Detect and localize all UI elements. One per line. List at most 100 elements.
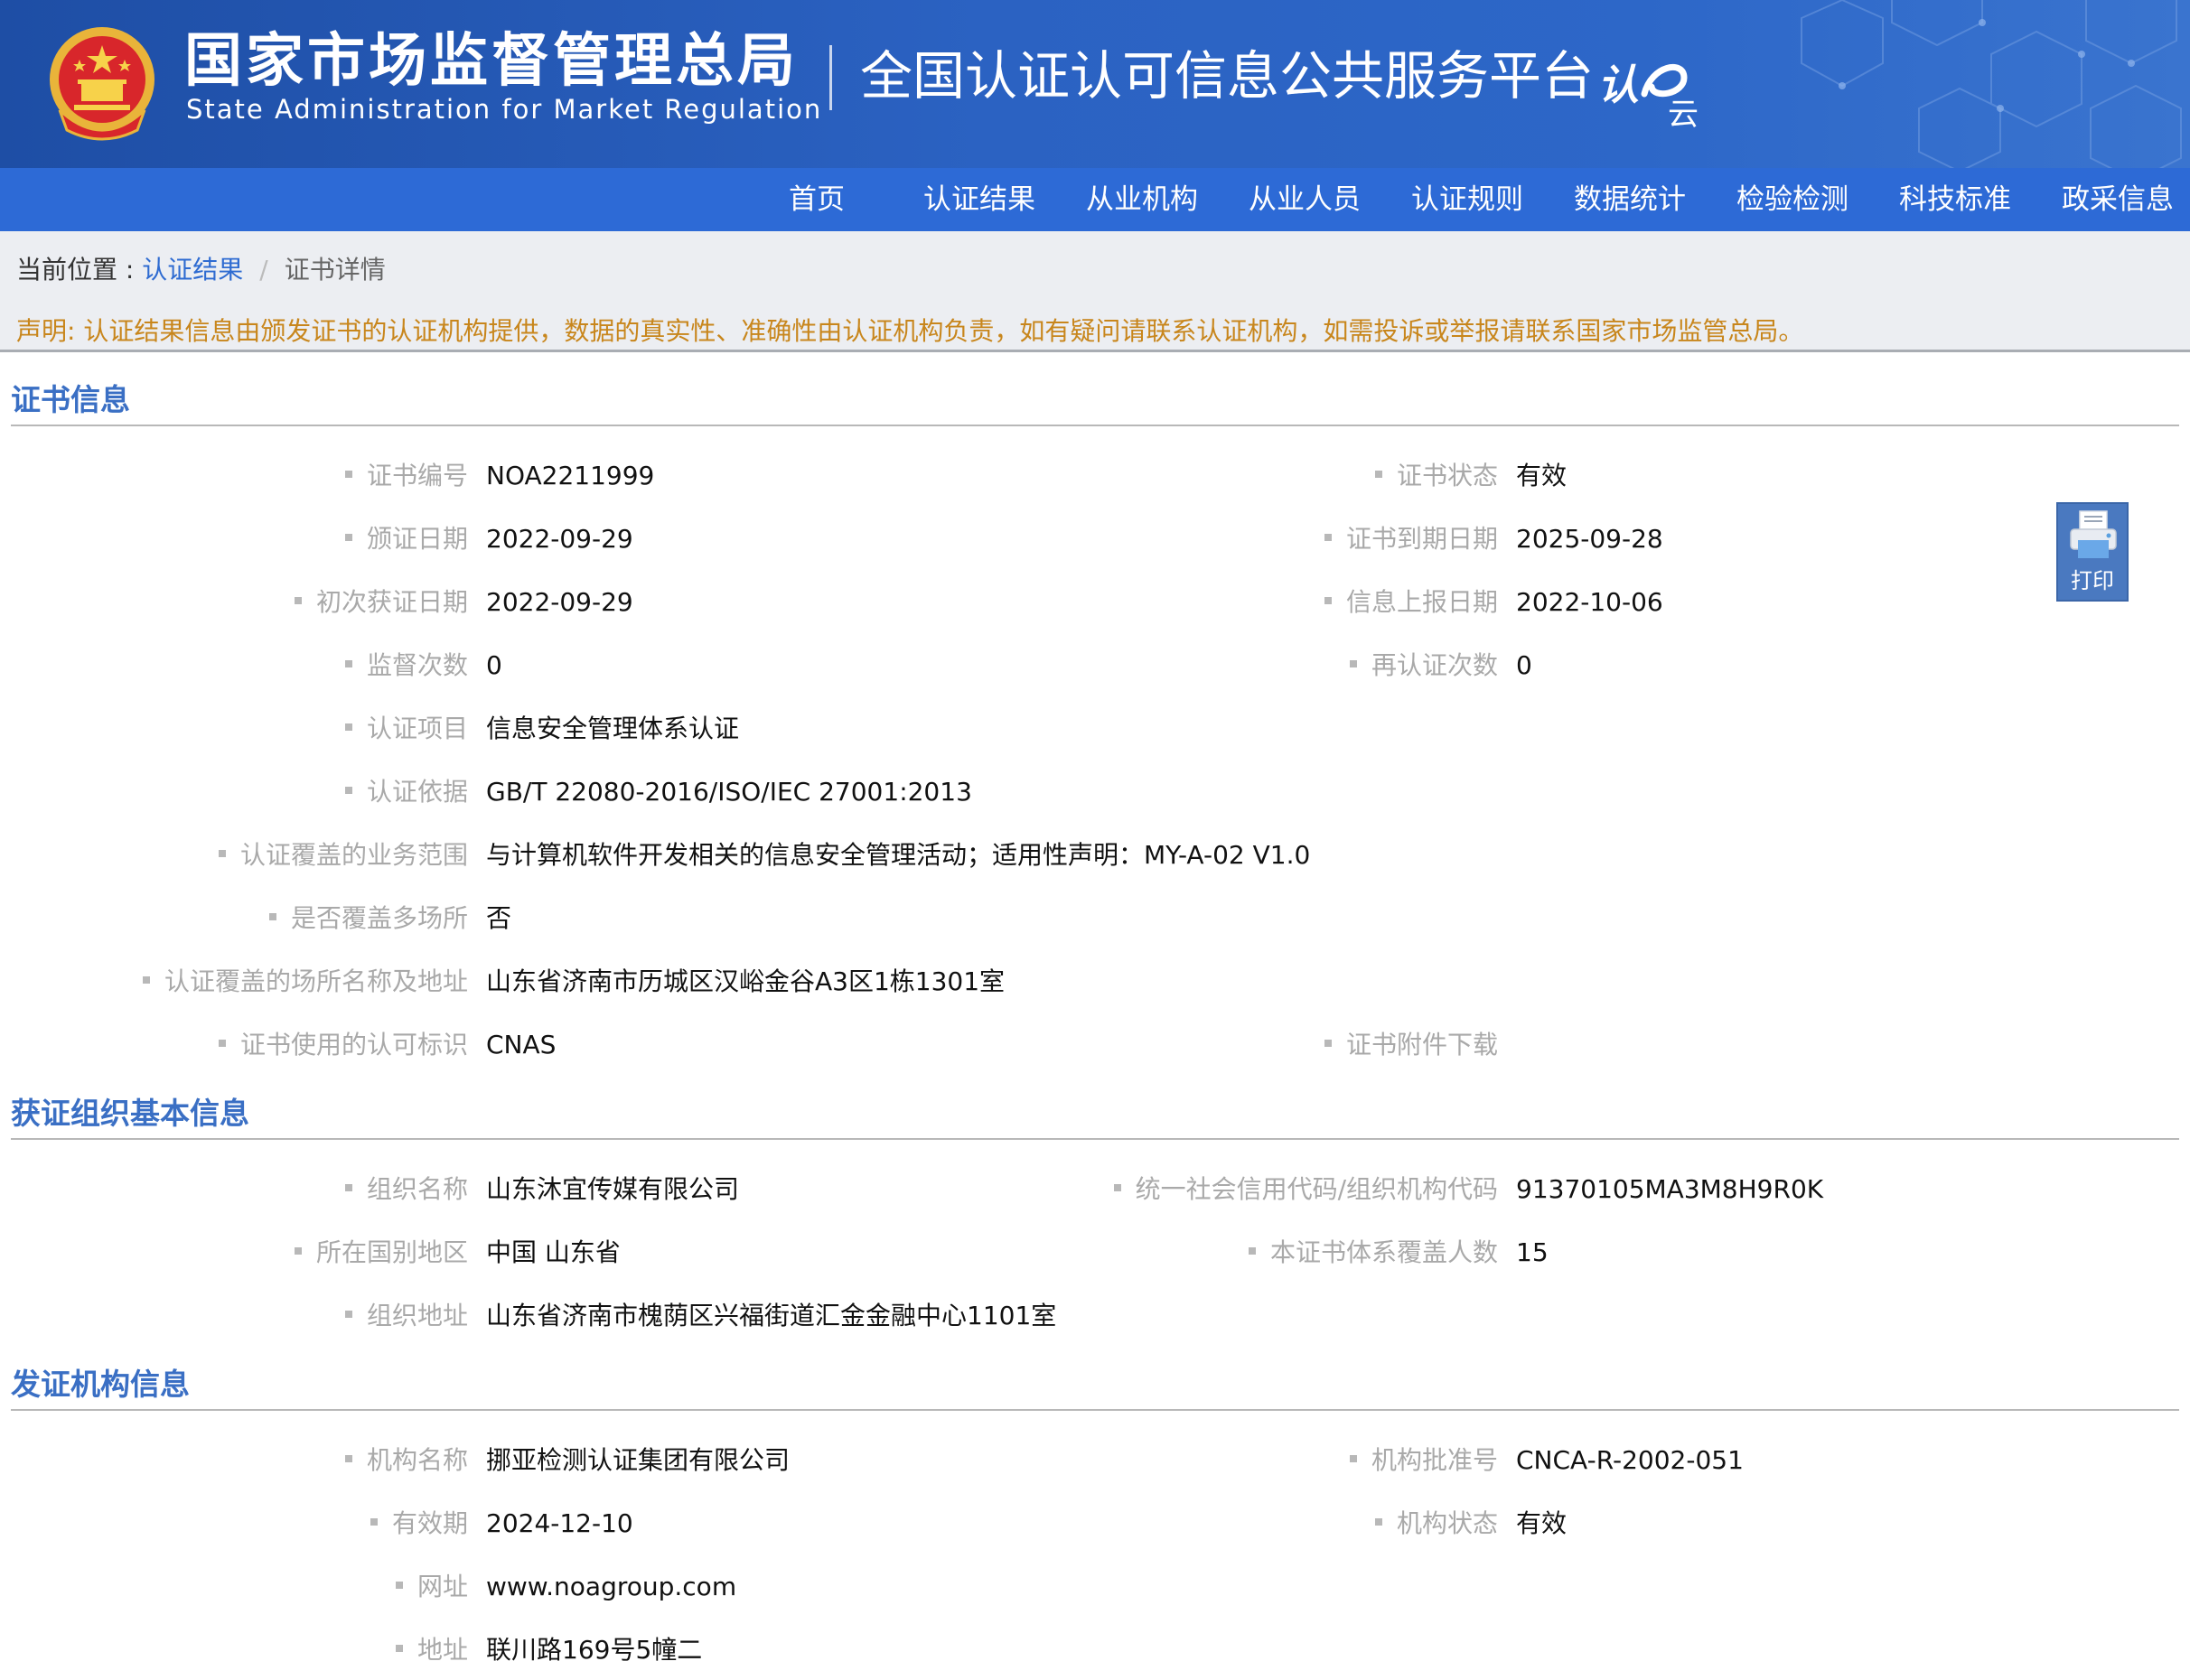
nav-item-institutions[interactable]: 从业机构 — [1079, 168, 1205, 231]
nav-item-statistics[interactable]: 数据统计 — [1567, 168, 1693, 231]
field-value-multi-site: 否 — [486, 903, 512, 933]
national-emblem-icon — [50, 27, 154, 141]
bullet-icon — [1324, 597, 1332, 604]
field-label-credit-code: 统一社会信用代码/组织机构代码 — [1113, 1171, 1498, 1208]
field-label-site-address: 认证覆盖的场所名称及地址 — [142, 964, 468, 1000]
field-value-covered-people: 15 — [1516, 1237, 1549, 1267]
section-divider — [11, 1409, 2179, 1411]
field-label-address: 地址 — [395, 1632, 468, 1668]
org-name-en: State Administration for Market Regulati… — [186, 94, 823, 125]
field-label-first-date: 初次获证日期 — [294, 584, 468, 621]
bullet-icon — [1248, 1247, 1256, 1255]
bullet-icon — [344, 660, 352, 667]
field-value-org-address: 山东省济南市槐荫区兴福街道汇金金融中心1101室 — [486, 1301, 1057, 1330]
svg-text:认: 认 — [1597, 61, 1639, 109]
nav-item-procurement[interactable]: 政采信息 — [2054, 168, 2181, 231]
field-label-body-name: 机构名称 — [344, 1442, 468, 1479]
field-value-website: www.noagroup.com — [486, 1572, 737, 1601]
nav-item-home[interactable]: 首页 — [764, 168, 869, 231]
field-label-body-status: 机构状态 — [1374, 1506, 1498, 1542]
field-value-org-name: 山东沐宜传媒有限公司 — [486, 1174, 740, 1204]
nav-item-inspection[interactable]: 检验检测 — [1729, 168, 1856, 231]
field-value-cert-basis: GB/T 22080-2016/ISO/IEC 27001:2013 — [486, 777, 972, 807]
section-divider — [11, 425, 2179, 426]
field-label-issue-date: 颁证日期 — [344, 521, 468, 557]
bullet-icon — [395, 1582, 403, 1589]
bullet-icon — [344, 1455, 352, 1462]
bullet-icon — [344, 723, 352, 731]
field-value-address: 联川路169号5幢二 — [486, 1635, 703, 1665]
bullet-icon — [1374, 471, 1382, 478]
field-label-supervision-count: 监督次数 — [344, 648, 468, 684]
main-nav: 首页 认证结果 从业机构 从业人员 认证规则 数据统计 检验检测 科技标准 政采… — [0, 168, 2190, 231]
breadcrumb-link-cert-results[interactable]: 认证结果 — [142, 255, 243, 285]
bullet-icon — [344, 471, 352, 478]
breadcrumb-separator: / — [259, 255, 268, 285]
field-label-validity: 有效期 — [370, 1506, 468, 1542]
platform-title: 全国认证认可信息公共服务平台 — [860, 45, 1595, 107]
nav-item-cert-rules[interactable]: 认证规则 — [1404, 168, 1530, 231]
field-value-region: 中国 山东省 — [486, 1237, 621, 1267]
section-divider — [11, 1138, 2179, 1140]
nav-item-standards[interactable]: 科技标准 — [1892, 168, 2018, 231]
bullet-icon — [1324, 534, 1332, 541]
disclaimer-notice: 声明: 认证结果信息由颁发证书的认证机构提供，数据的真实性、准确性由认证机构负责… — [16, 316, 1804, 346]
field-value-site-address: 山东省济南市历城区汉峪金谷A3区1栋1301室 — [486, 966, 1006, 996]
field-value-first-date: 2022-09-29 — [486, 587, 633, 617]
field-value-validity: 2024-12-10 — [486, 1508, 633, 1538]
field-label-multi-site: 是否覆盖多场所 — [268, 901, 468, 937]
breadcrumb-prefix: 当前位置 : — [16, 255, 143, 285]
bullet-icon — [1374, 1518, 1382, 1526]
bullet-icon — [1324, 1040, 1332, 1047]
field-label-org-address: 组织地址 — [344, 1298, 468, 1334]
section-title-org-info: 获证组织基本信息 — [11, 1096, 249, 1131]
field-label-attachment-download: 证书附件下载 — [1324, 1027, 1498, 1063]
field-label-region: 所在国别地区 — [294, 1235, 468, 1271]
field-label-report-date: 信息上报日期 — [1324, 584, 1498, 621]
field-label-approval-no: 机构批准号 — [1349, 1442, 1498, 1479]
printer-icon — [2070, 510, 2117, 558]
field-value-cert-no: NOA2211999 — [486, 461, 655, 490]
bullet-icon — [1113, 1184, 1121, 1191]
field-label-scope: 认证覆盖的业务范围 — [218, 837, 468, 873]
org-name-cn: 国家市场监督管理总局 — [184, 28, 799, 95]
field-label-cert-status: 证书状态 — [1374, 458, 1498, 494]
bullet-icon — [218, 1040, 226, 1047]
bullet-icon — [1349, 660, 1357, 667]
bullet-icon — [344, 1184, 352, 1191]
print-button-label: 打印 — [2071, 568, 2114, 593]
field-label-website: 网址 — [395, 1569, 468, 1605]
site-header: 国家市场监督管理总局 State Administration for Mark… — [0, 0, 2190, 168]
nav-item-personnel[interactable]: 从业人员 — [1241, 168, 1368, 231]
section-title-issuing-body: 发证机构信息 — [11, 1367, 190, 1402]
field-value-body-status: 有效 — [1516, 1508, 1568, 1538]
breadcrumb: 当前位置 : 认证结果 / 证书详情 — [16, 247, 386, 293]
field-value-cert-status: 有效 — [1516, 461, 1568, 490]
bullet-icon — [268, 913, 276, 920]
field-label-covered-people: 本证书体系覆盖人数 — [1248, 1235, 1498, 1271]
field-value-expiry-date: 2025-09-28 — [1516, 524, 1663, 554]
field-value-accreditation-mark: CNAS — [486, 1030, 557, 1059]
print-button[interactable]: 打印 — [2056, 502, 2129, 602]
field-value-issue-date: 2022-09-29 — [486, 524, 633, 554]
bullet-icon — [294, 597, 302, 604]
bullet-icon — [370, 1518, 378, 1526]
bullet-icon — [1349, 1455, 1357, 1462]
field-value-supervision-count: 0 — [486, 650, 502, 680]
field-value-cert-item: 信息安全管理体系认证 — [486, 714, 740, 743]
bullet-icon — [294, 1247, 302, 1255]
field-value-body-name: 挪亚检测认证集团有限公司 — [486, 1445, 791, 1475]
breadcrumb-bar: 当前位置 : 认证结果 / 证书详情 声明: 认证结果信息由颁发证书的认证机构提供，… — [0, 231, 2190, 352]
bullet-icon — [395, 1645, 403, 1652]
bullet-icon — [344, 534, 352, 541]
field-label-cert-no: 证书编号 — [344, 458, 468, 494]
hexagon-pattern-icon — [1801, 0, 2182, 168]
nav-item-cert-results[interactable]: 认证结果 — [916, 168, 1043, 231]
field-label-cert-item: 认证项目 — [344, 711, 468, 747]
field-value-report-date: 2022-10-06 — [1516, 587, 1663, 617]
field-value-scope: 与计算机软件开发相关的信息安全管理活动；适用性声明：MY-A-02 V1.0 — [486, 840, 1311, 870]
field-label-expiry-date: 证书到期日期 — [1324, 521, 1498, 557]
field-label-accreditation-mark: 证书使用的认可标识 — [218, 1027, 468, 1063]
bullet-icon — [344, 1311, 352, 1318]
ren-e-yun-logo-icon: 认 云 — [1597, 61, 1699, 130]
